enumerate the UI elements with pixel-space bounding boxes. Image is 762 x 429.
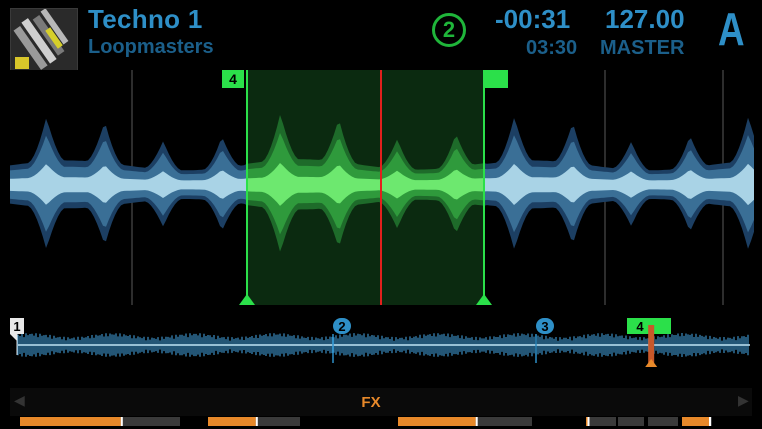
loop-in-marker-label: 4: [229, 71, 237, 87]
cue-4-label: 4: [636, 319, 644, 334]
time-total: 03:30: [526, 37, 578, 59]
album-cover-icon: [10, 8, 78, 74]
fx-slot-2-tick: [255, 417, 258, 426]
fx-slot-1-tick: [120, 417, 123, 426]
fx-level-bars: [20, 417, 712, 426]
main-waveform[interactable]: 4: [10, 70, 755, 305]
deck-letter: A: [718, 3, 745, 55]
fx-slot-4: [586, 417, 616, 426]
fx-slot-3-tick: [475, 417, 478, 426]
fx-slot-4-tick: [587, 417, 590, 426]
deck-number-badge: 2: [432, 13, 466, 47]
cue-2-label: 2: [338, 319, 345, 334]
track-title: Techno 1: [88, 4, 203, 34]
track-overview[interactable]: 1 2 3 4: [10, 315, 752, 371]
fx-slot-4-level: [586, 417, 588, 426]
fx-slot-5: [618, 417, 644, 426]
deck-screen: Techno 1 Loopmasters 2 -00:31 03:30 127.…: [0, 0, 762, 429]
cue-1-label: 1: [13, 319, 20, 334]
fx-slot-6: [648, 417, 678, 426]
fx-slot-3-level: [398, 417, 476, 426]
fx-slot-7-tick: [709, 417, 711, 426]
fx-slot-7-level: [682, 417, 709, 426]
overview-playhead-bar: [648, 325, 655, 363]
fx-slot-1-level: [20, 417, 121, 426]
cue-3-label: 3: [541, 319, 548, 334]
loop-out-marker[interactable]: [484, 70, 508, 88]
fx-label: FX: [361, 394, 381, 411]
fx-slot-2-level: [208, 417, 256, 426]
bpm-display: 127.00: [605, 4, 685, 34]
tempo-source: MASTER: [600, 37, 685, 59]
time-remaining: -00:31: [495, 4, 571, 34]
track-artist: Loopmasters: [88, 36, 214, 58]
